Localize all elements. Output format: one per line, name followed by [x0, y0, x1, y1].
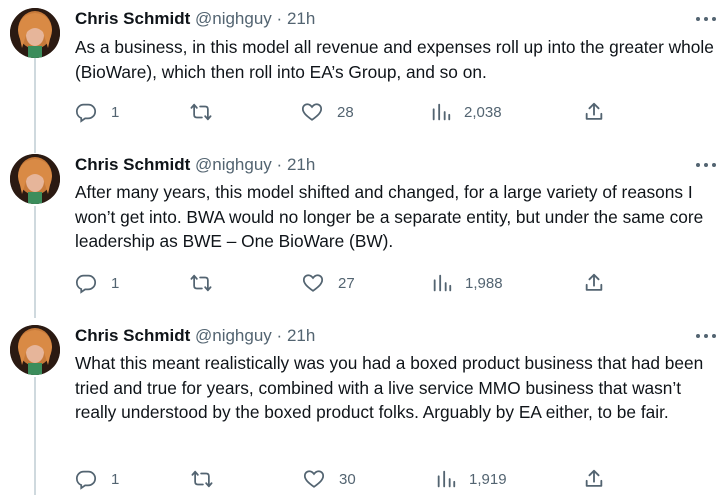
- thread-line: [34, 377, 36, 495]
- views-count: 2,038: [464, 103, 502, 121]
- author-name[interactable]: Chris Schmidt: [75, 9, 190, 28]
- tweet-actions: 1 28 2,038: [75, 100, 635, 124]
- views-icon: [433, 274, 452, 292]
- reply-count: 1: [111, 103, 120, 121]
- retweet-button[interactable]: [190, 100, 226, 124]
- timestamp[interactable]: 21h: [287, 326, 315, 345]
- share-icon: [585, 469, 603, 487]
- tweet-header: Chris Schmidt @nighguy · 21h: [75, 8, 315, 30]
- more-icon[interactable]: [694, 10, 718, 28]
- share-button[interactable]: [583, 100, 605, 124]
- tweet-actions: 1 30 1,919: [75, 467, 635, 491]
- author-handle[interactable]: @nighguy: [195, 9, 272, 28]
- like-button[interactable]: 28: [301, 100, 354, 124]
- views-count: 1,919: [469, 470, 507, 488]
- tweet-text: After many years, this model shifted and…: [75, 182, 704, 251]
- like-count: 28: [337, 103, 354, 121]
- more-icon[interactable]: [694, 156, 718, 174]
- tweet-text: What this meant realistically was you ha…: [75, 353, 704, 422]
- avatar[interactable]: [10, 154, 60, 204]
- heart-icon: [302, 274, 324, 292]
- reply-icon: [75, 103, 97, 123]
- heart-icon: [301, 103, 323, 121]
- reply-button[interactable]: 1: [75, 467, 119, 491]
- tweet-text: As a business, in this model all revenue…: [75, 37, 714, 82]
- avatar-image: [10, 8, 60, 58]
- reply-button[interactable]: 1: [75, 271, 119, 295]
- views-button[interactable]: 2,038: [430, 100, 502, 124]
- like-count: 27: [338, 274, 355, 292]
- timestamp[interactable]: 21h: [287, 155, 315, 174]
- views-icon: [437, 470, 456, 488]
- thread-line: [34, 58, 36, 153]
- retweet-icon: [190, 103, 212, 121]
- author-name[interactable]: Chris Schmidt: [75, 326, 190, 345]
- like-count: 30: [339, 470, 356, 488]
- author-handle[interactable]: @nighguy: [195, 326, 272, 345]
- share-button[interactable]: [583, 467, 605, 491]
- share-button[interactable]: [583, 271, 605, 295]
- views-count: 1,988: [465, 274, 503, 292]
- retweet-button[interactable]: [190, 271, 226, 295]
- views-icon: [432, 103, 451, 121]
- tweet-header: Chris Schmidt @nighguy · 21h: [75, 325, 315, 347]
- tweet-actions: 1 27 1,988: [75, 271, 635, 295]
- like-button[interactable]: 30: [303, 467, 356, 491]
- author-handle[interactable]: @nighguy: [195, 155, 272, 174]
- reply-button[interactable]: 1: [75, 100, 119, 124]
- heart-icon: [303, 470, 325, 488]
- author-name[interactable]: Chris Schmidt: [75, 155, 190, 174]
- share-icon: [585, 273, 603, 291]
- separator-dot: ·: [276, 9, 283, 28]
- like-button[interactable]: 27: [302, 271, 355, 295]
- reply-icon: [75, 470, 97, 490]
- avatar-image: [10, 325, 60, 375]
- reply-icon: [75, 274, 97, 294]
- avatar-image: [10, 154, 60, 204]
- retweet-button[interactable]: [191, 467, 227, 491]
- separator-dot: ·: [276, 155, 283, 174]
- reply-count: 1: [111, 470, 120, 488]
- separator-dot: ·: [276, 326, 283, 345]
- views-button[interactable]: 1,988: [431, 271, 503, 295]
- more-icon[interactable]: [694, 327, 718, 345]
- timestamp[interactable]: 21h: [287, 9, 315, 28]
- avatar[interactable]: [10, 325, 60, 375]
- retweet-icon: [190, 274, 212, 292]
- retweet-icon: [191, 470, 213, 488]
- share-icon: [585, 102, 603, 120]
- thread-line: [34, 206, 36, 318]
- tweet-header: Chris Schmidt @nighguy · 21h: [75, 154, 315, 176]
- views-button[interactable]: 1,919: [435, 467, 507, 491]
- avatar[interactable]: [10, 8, 60, 58]
- reply-count: 1: [111, 274, 120, 292]
